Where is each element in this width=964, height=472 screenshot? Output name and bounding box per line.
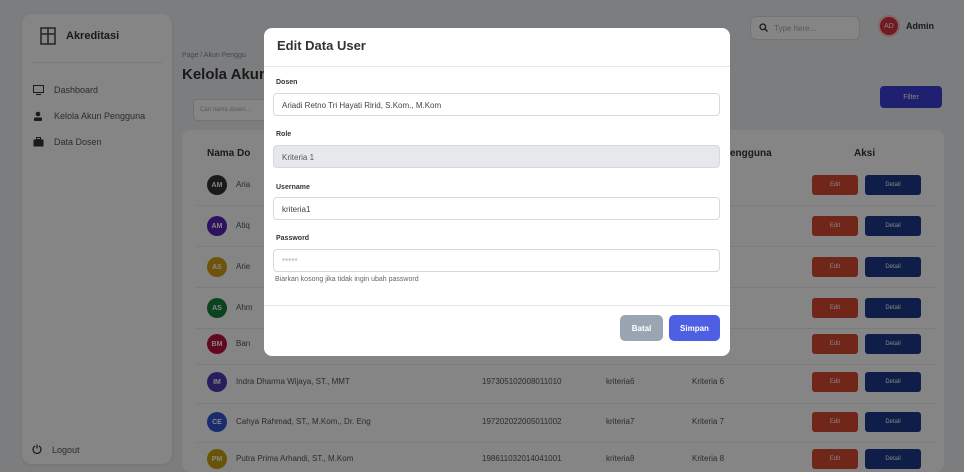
dosen-label: Dosen (276, 79, 298, 86)
username-label: Username (276, 184, 310, 191)
cancel-button[interactable]: Batal (620, 315, 663, 341)
modal-header-divider (264, 66, 730, 67)
username-field[interactable]: kriteria1 (273, 197, 720, 220)
edit-user-modal: Edit Data User Dosen Ariadi Retno Tri Ha… (264, 28, 730, 356)
password-field[interactable]: ***** (273, 249, 720, 272)
role-field: Kriteria 1 (273, 145, 720, 168)
save-button[interactable]: Simpan (669, 315, 720, 341)
modal-footer-divider (264, 305, 730, 306)
password-label: Password (276, 235, 310, 242)
password-hint: Biarkan kosong jika tidak ingin ubah pas… (275, 276, 419, 283)
role-label: Role (276, 131, 292, 138)
modal-title: Edit Data User (277, 38, 366, 53)
dosen-select[interactable]: Ariadi Retno Tri Hayati Ririd, S.Kom., M… (273, 93, 720, 116)
